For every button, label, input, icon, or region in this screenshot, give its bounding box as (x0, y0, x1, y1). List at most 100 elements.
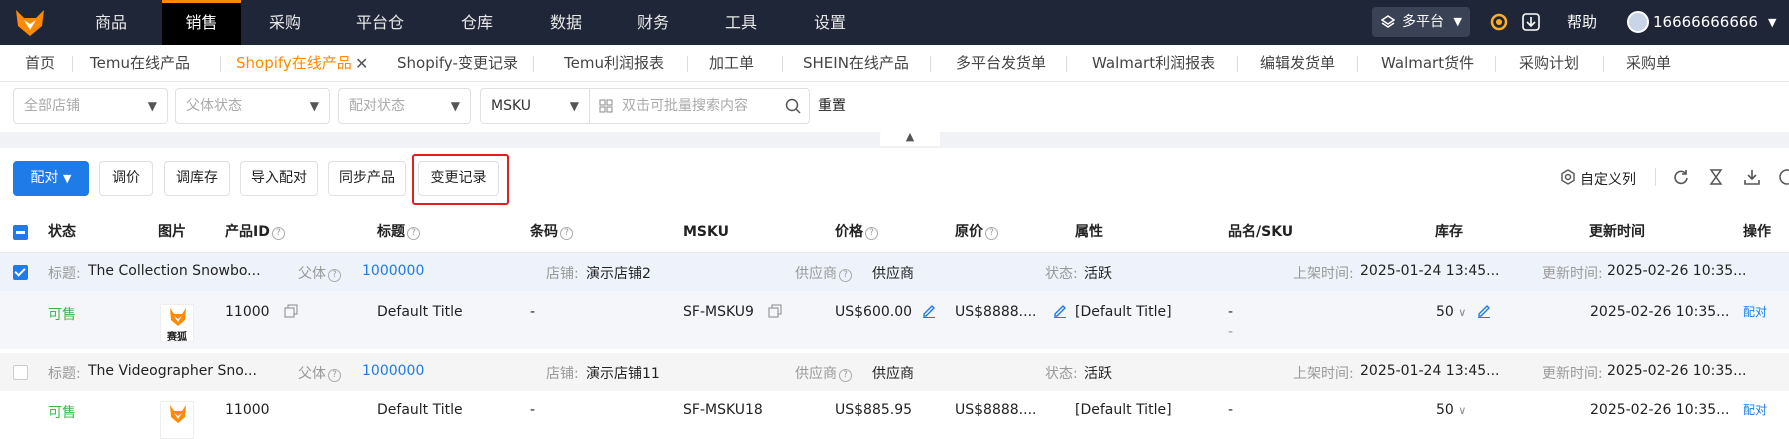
edit-icon[interactable] (1477, 304, 1491, 318)
parent-id-link[interactable]: 1000000 (362, 363, 424, 379)
tab-temu-profit[interactable]: Temu利润报表 (564, 45, 664, 82)
select-all-checkbox[interactable] (13, 225, 28, 240)
col-product-id-label: 产品ID (225, 224, 270, 240)
custom-columns-button[interactable]: 自定义列 (1580, 169, 1636, 189)
page-tabs: 首页 Temu在线产品 Shopify在线产品 ✕ Shopify-变更记录 T… (0, 45, 1789, 82)
row-checkbox[interactable] (13, 365, 28, 380)
table-row: 可售 11000 Default Title - SF-MSKU18 US$88… (0, 391, 1789, 439)
tab-shein-online[interactable]: SHEIN在线产品 (803, 45, 909, 82)
tab-walmart-cargo[interactable]: Walmart货件 (1381, 45, 1474, 82)
user-caret-icon[interactable]: ▼ (1768, 0, 1776, 45)
pair-action-link[interactable]: 配对 (1743, 401, 1767, 418)
col-price: 价格? (835, 211, 878, 253)
chevron-down-icon[interactable]: ∨ (1458, 404, 1466, 417)
help-icon[interactable]: ? (560, 227, 573, 240)
supplier-label-text: 供应商 (795, 366, 837, 382)
tab-walmart-profit[interactable]: Walmart利润报表 (1092, 45, 1215, 82)
nav-item-warehouse[interactable]: 仓库 (447, 0, 507, 45)
product-image[interactable]: 赛狐 (160, 304, 194, 343)
nav-item-products[interactable]: 商品 (81, 0, 141, 45)
refresh-icon[interactable] (1673, 169, 1689, 185)
attributes: [Default Title] (1075, 402, 1172, 418)
close-tab-icon[interactable]: ✕ (355, 45, 368, 82)
tab-shopify-changelog[interactable]: Shopify-变更记录 (397, 45, 518, 82)
copy-icon[interactable] (768, 304, 782, 318)
nav-item-purchase[interactable]: 采购 (255, 0, 315, 45)
adjust-stock-button[interactable]: 调库存 (164, 161, 230, 196)
original-price: US$8888.... (955, 304, 1067, 320)
tab-shopify-online[interactable]: Shopify在线产品 (236, 45, 352, 82)
edit-icon[interactable] (1053, 304, 1067, 318)
nav-item-tools[interactable]: 工具 (711, 0, 771, 45)
export-icon[interactable] (1744, 169, 1760, 185)
notification-icon[interactable] (1490, 13, 1508, 31)
row-checkbox[interactable] (13, 265, 28, 280)
help-icon[interactable]: ? (407, 227, 420, 240)
parent-status-select[interactable]: 父体状态 ▼ (175, 88, 330, 124)
search-icon[interactable] (785, 98, 801, 114)
table-row: 可售 赛狐 11000 Default Title - SF-MSKU9 US$… (0, 291, 1789, 349)
hourglass-icon[interactable] (1708, 169, 1724, 185)
title-label: 标题: (48, 266, 81, 282)
edit-icon[interactable] (922, 304, 936, 318)
import-pair-button[interactable]: 导入配对 (240, 161, 318, 196)
filter-bar: 全部店铺 ▼ 父体状态 ▼ 配对状态 ▼ MSKU ▼ 双击可批量搜索内容 重置 (0, 82, 1789, 132)
status-available: 可售 (48, 405, 76, 421)
search-input[interactable]: 双击可批量搜索内容 (589, 88, 810, 124)
group-updated-time: 2025-02-26 10:35... (1607, 363, 1747, 379)
avatar[interactable] (1627, 11, 1649, 33)
col-original-price-label: 原价 (955, 224, 983, 240)
tab-multi-shipment[interactable]: 多平台发货单 (956, 45, 1046, 82)
help-icon[interactable]: ? (865, 227, 878, 240)
name-sku-secondary: - (1228, 324, 1234, 340)
group-title: The Videographer Sno... (88, 363, 257, 379)
store-select[interactable]: 全部店铺 ▼ (13, 88, 168, 124)
help-icon[interactable] (1779, 169, 1789, 185)
stock-value: 50 (1436, 402, 1454, 418)
platform-select[interactable]: 多平台 ▼ (1372, 7, 1470, 37)
pair-status-select[interactable]: 配对状态 ▼ (338, 88, 471, 124)
help-link[interactable]: 帮助 (1567, 0, 1597, 45)
tab-purchase-order[interactable]: 采购单 (1626, 45, 1671, 82)
copy-icon[interactable] (284, 304, 298, 318)
pair-button[interactable]: 配对 ▼ (13, 161, 89, 196)
tab-processing-order[interactable]: 加工单 (709, 45, 754, 82)
grid-icon[interactable] (599, 99, 613, 113)
help-icon[interactable]: ? (328, 269, 341, 282)
nav-item-sales[interactable]: 销售 (162, 0, 241, 45)
product-group-header: 标题: The Videographer Sno... 父体? 1000000 … (0, 353, 1789, 391)
nav-item-platform-warehouse[interactable]: 平台仓 (345, 0, 415, 45)
fox-logo-icon[interactable] (14, 6, 46, 38)
chevron-down-icon[interactable]: ∨ (1458, 306, 1466, 319)
search-type-select[interactable]: MSKU ▼ (480, 88, 590, 124)
product-image[interactable] (160, 401, 194, 439)
help-icon[interactable]: ? (985, 227, 998, 240)
collapse-filters-icon[interactable]: ▲ (880, 128, 940, 146)
row-updated-time: 2025-02-26 10:35... (1590, 402, 1730, 418)
reset-button[interactable]: 重置 (818, 82, 846, 130)
help-icon[interactable]: ? (839, 369, 852, 382)
store-name: 演示店铺11 (586, 366, 660, 382)
nav-item-settings[interactable]: 设置 (800, 0, 860, 45)
sync-products-button[interactable]: 同步产品 (328, 161, 406, 196)
help-icon[interactable]: ? (328, 369, 341, 382)
tab-temu-online[interactable]: Temu在线产品 (90, 45, 190, 82)
parent-id-link[interactable]: 1000000 (362, 263, 424, 279)
help-icon[interactable]: ? (839, 269, 852, 282)
nav-item-data[interactable]: 数据 (536, 0, 596, 45)
tab-home[interactable]: 首页 (25, 45, 55, 82)
col-title: 标题? (377, 211, 420, 253)
tab-purchase-plan[interactable]: 采购计划 (1519, 45, 1579, 82)
download-icon[interactable] (1522, 13, 1540, 31)
pair-action-link[interactable]: 配对 (1743, 303, 1767, 320)
title-label: 标题: (48, 366, 81, 382)
parent-label-text: 父体 (298, 366, 326, 382)
name-sku: - (1228, 304, 1234, 320)
col-image: 图片 (158, 224, 186, 240)
tab-edit-shipment[interactable]: 编辑发货单 (1260, 45, 1335, 82)
user-name[interactable]: 16666666666 (1653, 0, 1758, 45)
settings-icon[interactable] (1560, 169, 1576, 185)
help-icon[interactable]: ? (271, 227, 285, 240)
nav-item-finance[interactable]: 财务 (623, 0, 683, 45)
adjust-price-button[interactable]: 调价 (99, 161, 153, 196)
